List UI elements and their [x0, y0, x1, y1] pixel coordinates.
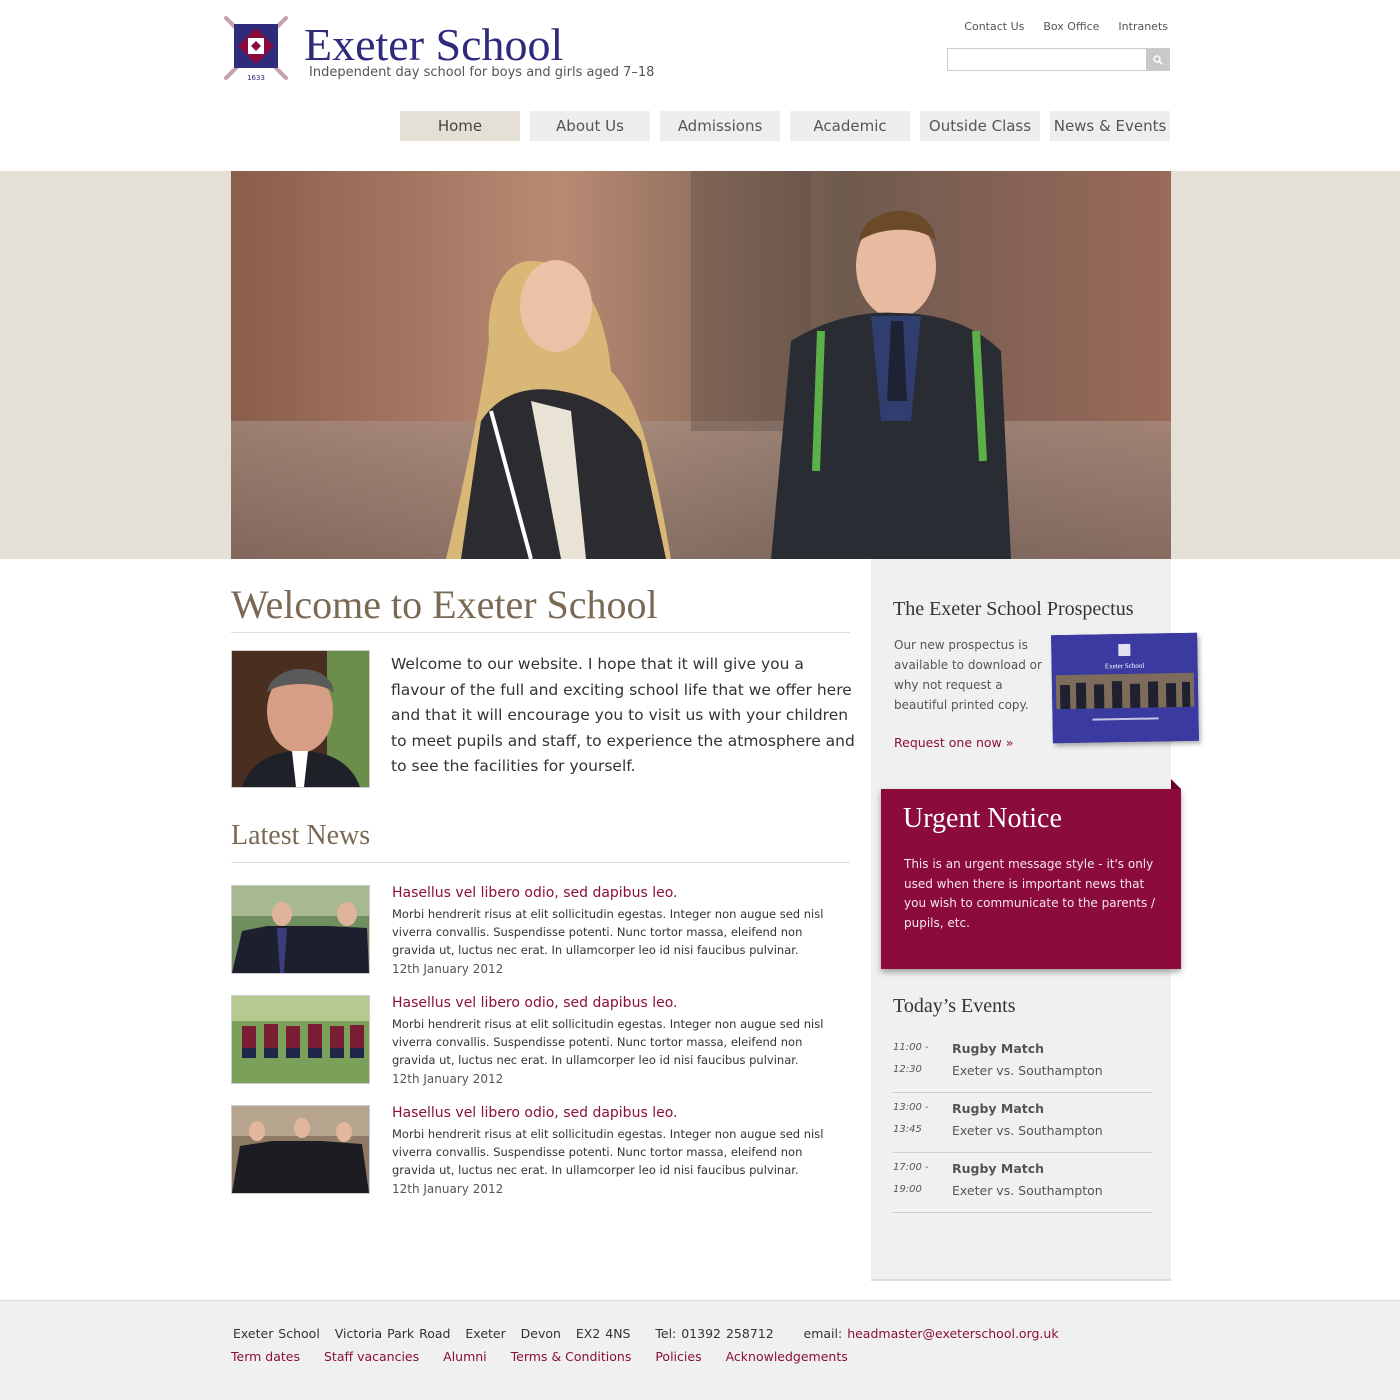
- welcome-title: Welcome to Exeter School: [231, 582, 658, 627]
- search-button[interactable]: [1146, 49, 1169, 70]
- news-item: Hasellus vel libero odio, sed dapibus le…: [231, 995, 851, 1090]
- urgent-notice-title: Urgent Notice: [903, 803, 1062, 834]
- utility-links: Contact Us Box Office Intranets: [964, 20, 1168, 33]
- prospectus-text: Our new prospectus is available to downl…: [894, 638, 1042, 712]
- event-description: Exeter vs. Southampton: [952, 1123, 1103, 1138]
- event-end-time: 19:00: [893, 1184, 922, 1195]
- event-item[interactable]: 13:00 - 13:45 Rugby Match Exeter vs. Sou…: [893, 1093, 1152, 1153]
- event-item[interactable]: 17:00 - 19:00 Rugby Match Exeter vs. Sou…: [893, 1153, 1152, 1213]
- event-end-time: 13:45: [893, 1124, 922, 1135]
- footer-link-policies[interactable]: Policies: [655, 1349, 701, 1364]
- nav-news-events[interactable]: News & Events: [1050, 111, 1170, 141]
- event-start-time: 17:00 -: [893, 1162, 929, 1173]
- nav-about-us[interactable]: About Us: [530, 111, 650, 141]
- footer-link-staff-vacancies[interactable]: Staff vacancies: [324, 1349, 419, 1364]
- urgent-notice: Urgent Notice This is an urgent message …: [881, 789, 1181, 969]
- utility-link-intranets[interactable]: Intranets: [1118, 20, 1168, 33]
- event-description: Exeter vs. Southampton: [952, 1183, 1103, 1198]
- nav-academic[interactable]: Academic: [790, 111, 910, 141]
- welcome-text: Welcome to our website. I hope that it w…: [391, 655, 855, 775]
- footer: Exeter School Victoria Park Road Exeter …: [0, 1300, 1400, 1400]
- news-body: Morbi hendrerit risus at elit sollicitud…: [392, 1127, 824, 1177]
- prospectus-cover-image[interactable]: Exeter School: [1051, 632, 1199, 744]
- main-nav: Home About Us Admissions Academic Outsid…: [400, 111, 1170, 141]
- event-item[interactable]: 11:00 - 12:30 Rugby Match Exeter vs. Sou…: [893, 1033, 1152, 1093]
- news-thumbnail[interactable]: [231, 995, 370, 1084]
- events-title: Today’s Events: [893, 995, 1016, 1017]
- prospectus-cover-title: Exeter School: [1105, 662, 1145, 671]
- event-description: Exeter vs. Southampton: [952, 1063, 1103, 1078]
- event-name: Rugby Match: [952, 1101, 1045, 1116]
- hero-image: [231, 171, 1171, 559]
- news-date: 12th January 2012: [392, 962, 504, 976]
- event-name: Rugby Match: [952, 1161, 1045, 1176]
- utility-link-box-office[interactable]: Box Office: [1043, 20, 1099, 33]
- news-date: 12th January 2012: [392, 1072, 504, 1086]
- urgent-notice-text: This is an urgent message style - it's o…: [904, 857, 1156, 930]
- search-input[interactable]: [948, 49, 1146, 70]
- event-start-time: 13:00 -: [893, 1102, 929, 1113]
- news-headline[interactable]: Hasellus vel libero odio, sed dapibus le…: [392, 885, 677, 901]
- news-headline[interactable]: Hasellus vel libero odio, sed dapibus le…: [392, 1105, 677, 1121]
- divider: [231, 632, 850, 633]
- footer-email-link[interactable]: headmaster@exeterschool.org.uk: [847, 1326, 1058, 1341]
- search-box: [947, 48, 1170, 71]
- footer-address: Exeter School Victoria Park Road Exeter …: [233, 1326, 1059, 1341]
- footer-link-term-dates[interactable]: Term dates: [231, 1349, 300, 1364]
- divider: [231, 862, 850, 863]
- news-headline[interactable]: Hasellus vel libero odio, sed dapibus le…: [392, 995, 677, 1011]
- footer-link-alumni[interactable]: Alumni: [443, 1349, 487, 1364]
- news-body: Morbi hendrerit risus at elit sollicitud…: [392, 1017, 824, 1067]
- request-prospectus-link[interactable]: Request one now »: [894, 735, 1013, 750]
- latest-news-title: Latest News: [231, 820, 371, 851]
- nav-outside-class[interactable]: Outside Class: [920, 111, 1040, 141]
- headmaster-photo: [231, 650, 370, 788]
- event-name: Rugby Match: [952, 1041, 1045, 1056]
- event-end-time: 12:30: [893, 1064, 922, 1075]
- utility-link-contact[interactable]: Contact Us: [964, 20, 1024, 33]
- prospectus-title: The Exeter School Prospectus: [893, 598, 1134, 620]
- nav-home[interactable]: Home: [400, 111, 520, 141]
- news-date: 12th January 2012: [392, 1182, 504, 1196]
- news-item: Hasellus vel libero odio, sed dapibus le…: [231, 885, 851, 980]
- footer-link-terms[interactable]: Terms & Conditions: [511, 1349, 632, 1364]
- footer-address-text: Exeter School Victoria Park Road Exeter …: [233, 1326, 848, 1341]
- footer-link-acknowledgements[interactable]: Acknowledgements: [726, 1349, 848, 1364]
- magnifier-icon: [1152, 54, 1163, 65]
- news-thumbnail[interactable]: [231, 1105, 370, 1194]
- notice-fold: [1171, 779, 1181, 789]
- site-tagline: Independent day school for boys and girl…: [309, 65, 655, 80]
- logo-year: 1633: [247, 74, 265, 82]
- nav-admissions[interactable]: Admissions: [660, 111, 780, 141]
- news-thumbnail[interactable]: [231, 885, 370, 974]
- school-crest-icon[interactable]: 1633: [222, 14, 290, 82]
- news-body: Morbi hendrerit risus at elit sollicitud…: [392, 907, 824, 957]
- footer-links: Term dates Staff vacancies Alumni Terms …: [231, 1349, 848, 1364]
- news-item: Hasellus vel libero odio, sed dapibus le…: [231, 1105, 851, 1200]
- event-start-time: 11:00 -: [893, 1042, 929, 1053]
